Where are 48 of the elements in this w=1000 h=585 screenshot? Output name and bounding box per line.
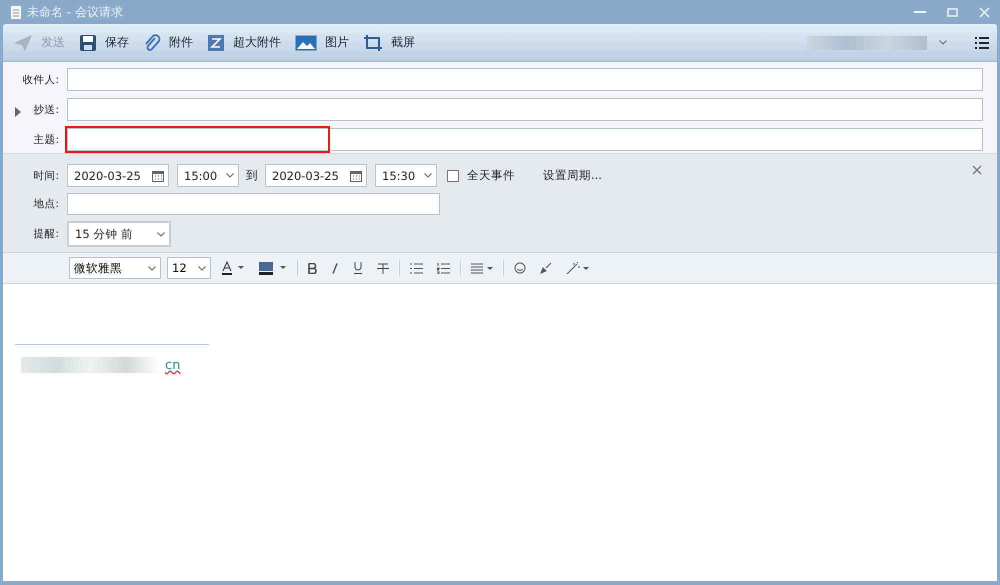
time-dropdown[interactable]: 15:00 (177, 164, 239, 187)
document-icon (11, 6, 21, 18)
dropdown-caret-icon (148, 266, 156, 270)
recurrence-link[interactable]: 设置周期... (543, 168, 602, 183)
image-icon (295, 34, 317, 50)
dropdown-caret-icon (157, 232, 165, 236)
location-field[interactable] (67, 193, 440, 215)
paperclip-icon (143, 34, 161, 52)
checkbox[interactable] (447, 170, 459, 182)
reminder-dropdown[interactable]: 15 分钟 前 (67, 221, 171, 247)
dropdown-caret-icon (939, 40, 947, 45)
calendar-icon (152, 170, 164, 182)
image-button[interactable]: 图片 (293, 30, 359, 55)
letter-z-tile-icon (207, 34, 225, 52)
dropdown-caret-icon (198, 266, 206, 270)
field-label: 抄送: (32, 102, 60, 116)
bigattach-button[interactable]: 超大附件 (205, 30, 291, 56)
dropdown-caret-icon (424, 173, 432, 178)
range-label: 到 (246, 168, 258, 183)
maximize-icon (946, 8, 958, 16)
window-title: 未命名 - 会议请求 (27, 4, 123, 20)
field-label: 主题: (32, 132, 60, 146)
font-size-dropdown[interactable]: 12 (167, 257, 211, 279)
subject-field[interactable] (67, 128, 983, 151)
field-label: 收件人: (21, 72, 60, 86)
field-label: 提醒: (32, 227, 60, 241)
field-label: 地点: (32, 197, 60, 211)
signature-text: cn (165, 358, 180, 372)
calendar-icon (350, 170, 362, 182)
dropdown-caret-icon (226, 173, 234, 178)
menu-icon[interactable] (975, 36, 989, 48)
recipient-field[interactable] (67, 68, 983, 91)
date-field[interactable]: 2020-03-25 (67, 164, 169, 187)
close-icon (978, 6, 990, 18)
close-icon[interactable] (971, 164, 983, 176)
cc-field[interactable] (67, 98, 983, 121)
date-field[interactable]: 2020-03-25 (265, 164, 367, 187)
field-label: 时间: (32, 168, 60, 182)
save-button[interactable]: 保存 (77, 30, 139, 56)
crop-frame-icon (363, 34, 383, 52)
checkbox-label: 全天事件 (467, 168, 515, 183)
time-dropdown[interactable]: 15:30 (375, 164, 437, 187)
expand-arrow[interactable] (13, 104, 23, 114)
screenshot-button[interactable]: 截屏 (361, 30, 425, 56)
paper-plane-icon (13, 34, 33, 52)
attach-button[interactable]: 附件 (141, 30, 203, 56)
font-dropdown[interactable]: 微软雅黑 (69, 257, 161, 279)
minimize-icon (914, 11, 926, 13)
